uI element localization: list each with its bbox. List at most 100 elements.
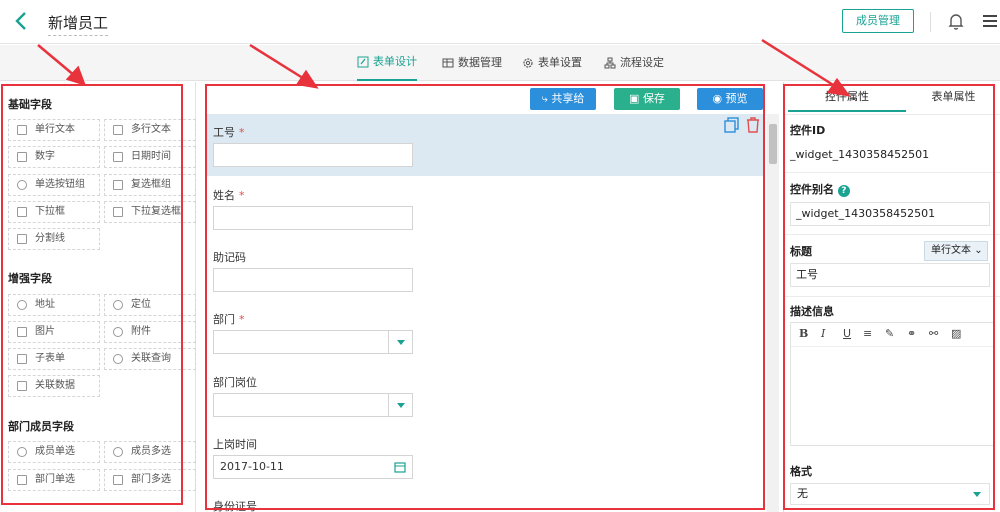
italic-button[interactable]: I xyxy=(821,327,825,340)
field-member-single[interactable]: 成员单选 xyxy=(8,441,100,463)
format-title: 格式 xyxy=(790,465,812,478)
field-subform[interactable]: 子表单 xyxy=(8,348,100,370)
text-icon xyxy=(17,125,27,135)
editor-toolbar: B I U ≡ ✎ ⚭ ⚯ ▨ xyxy=(791,323,994,347)
chevron-down-icon xyxy=(388,331,412,353)
group-title-dept-member: 部门成员字段 xyxy=(8,420,74,433)
position-select[interactable] xyxy=(213,393,413,417)
underline-button[interactable]: U xyxy=(843,327,851,340)
tab-data-management[interactable]: 数据管理 xyxy=(442,45,502,81)
link-search-icon xyxy=(113,354,123,364)
image-icon xyxy=(17,327,27,337)
start-date-input[interactable]: 2017-10-11 xyxy=(213,455,413,479)
field-dept-multi[interactable]: 部门多选 xyxy=(104,469,196,491)
divider xyxy=(784,114,1000,115)
calendar-icon[interactable] xyxy=(394,461,406,473)
tab-flow-settings[interactable]: 流程设定 xyxy=(604,45,664,81)
mnemonic-input[interactable] xyxy=(213,268,413,292)
member-management-button[interactable]: 成员管理 xyxy=(842,9,914,33)
field-checkbox-group[interactable]: 复选框组 xyxy=(104,174,196,196)
trash-icon[interactable] xyxy=(745,116,761,134)
widget-id-title: 控件ID xyxy=(790,124,826,137)
back-arrow-icon[interactable] xyxy=(14,10,34,34)
field-image[interactable]: 图片 xyxy=(8,321,100,343)
group-title-basic: 基础字段 xyxy=(8,98,52,111)
link-icon[interactable]: ⚭ xyxy=(907,327,916,340)
field-single-text[interactable]: 单行文本 xyxy=(8,119,100,141)
field-type-select[interactable]: 单行文本 ⌄ xyxy=(924,241,988,261)
field-member-multi[interactable]: 成员多选 xyxy=(104,441,196,463)
field-address[interactable]: 地址 xyxy=(8,294,100,316)
save-button[interactable]: ▣ 保存 xyxy=(614,88,680,110)
canvas-scrollbar[interactable] xyxy=(767,114,779,512)
align-icon[interactable]: ≡ xyxy=(863,327,872,340)
calendar-icon xyxy=(113,152,123,162)
department-icon xyxy=(17,475,27,485)
table-icon xyxy=(442,58,454,68)
field-number[interactable]: 数字 xyxy=(8,146,100,168)
field-label: 部门岗位 xyxy=(213,376,257,389)
divider xyxy=(784,296,1000,297)
field-label: 部门 * xyxy=(213,313,245,326)
field-radio-group[interactable]: 单选按钮组 xyxy=(8,174,100,196)
help-icon[interactable]: ? xyxy=(837,185,850,197)
share-button[interactable]: ⤷ 共享给 xyxy=(530,88,596,110)
tab-form-settings[interactable]: 表单设置 xyxy=(522,45,582,81)
field-linked-data[interactable]: 关联数据 xyxy=(8,375,100,397)
field-datetime[interactable]: 日期时间 xyxy=(104,146,196,168)
department-select[interactable] xyxy=(213,330,413,354)
checkbox-icon xyxy=(113,180,123,190)
upload-icon xyxy=(113,327,123,337)
widget-alias-input[interactable]: _widget_1430358452501 xyxy=(790,202,990,226)
image-icon[interactable]: ▨ xyxy=(951,327,961,340)
caption-input[interactable]: 工号 xyxy=(790,263,990,287)
field-label: 身份证号 xyxy=(213,500,257,512)
employee-id-input[interactable] xyxy=(213,143,413,167)
format-select[interactable]: 无 xyxy=(790,483,990,505)
brush-icon[interactable]: ✎ xyxy=(885,327,894,340)
users-icon xyxy=(113,447,123,457)
eye-icon: ◉ xyxy=(712,92,726,105)
number-icon xyxy=(17,152,27,162)
dropdown-icon xyxy=(17,207,27,217)
tab-form-properties[interactable]: 表单属性 xyxy=(906,82,1000,112)
field-actions xyxy=(723,116,763,134)
field-dept-single[interactable]: 部门单选 xyxy=(8,469,100,491)
unlink-icon[interactable]: ⚯ xyxy=(929,327,938,340)
field-label: 工号 * xyxy=(213,126,245,139)
widget-alias-title: 控件别名 ? xyxy=(790,181,850,197)
field-divider[interactable]: 分割线 xyxy=(8,228,100,250)
field-multi-text[interactable]: 多行文本 xyxy=(104,119,196,141)
name-input[interactable] xyxy=(213,206,413,230)
field-label: 姓名 * xyxy=(213,189,245,202)
bell-icon[interactable] xyxy=(946,11,966,31)
caption-title: 标题 xyxy=(790,245,812,258)
page-title[interactable]: 新增员工 xyxy=(48,12,109,36)
bold-button[interactable]: B xyxy=(799,327,808,340)
flow-icon xyxy=(604,57,616,69)
form-canvas: ⤷ 共享给 ▣ 保存 ◉ 预览 工号 * 姓名 * 助记码 部门 * 部门岗位 上岗时… xyxy=(205,82,780,512)
designer-tabs: 表单设计 数据管理 表单设置 流程设定 xyxy=(0,45,1000,81)
tab-label: 表单设计 xyxy=(373,55,417,68)
field-palette: 基础字段 单行文本 多行文本 数字 日期时间 单选按钮组 复选框组 下拉框 下拉… xyxy=(0,82,196,512)
divider-icon xyxy=(17,234,27,244)
field-locate[interactable]: 定位 xyxy=(104,294,196,316)
link-data-icon xyxy=(17,381,27,391)
field-linked-query[interactable]: 关联查询 xyxy=(104,348,196,370)
tab-widget-properties[interactable]: 控件属性 xyxy=(788,82,906,112)
tab-label: 数据管理 xyxy=(458,56,502,69)
field-dropdown[interactable]: 下拉框 xyxy=(8,201,100,223)
header-divider xyxy=(930,12,931,32)
chevron-down-icon xyxy=(388,394,412,416)
divider xyxy=(784,234,1000,235)
preview-button[interactable]: ◉ 预览 xyxy=(697,88,763,110)
field-dropdown-multi[interactable]: 下拉复选框 xyxy=(104,201,196,223)
list-icon xyxy=(113,207,123,217)
hamburger-menu-icon[interactable] xyxy=(982,13,998,29)
description-editor[interactable]: B I U ≡ ✎ ⚭ ⚯ ▨ xyxy=(790,322,995,446)
description-title: 描述信息 xyxy=(790,305,834,318)
copy-icon[interactable] xyxy=(723,116,741,134)
tab-form-design[interactable]: 表单设计 xyxy=(357,45,417,81)
field-attachment[interactable]: 附件 xyxy=(104,321,196,343)
scrollbar-thumb[interactable] xyxy=(769,124,777,164)
